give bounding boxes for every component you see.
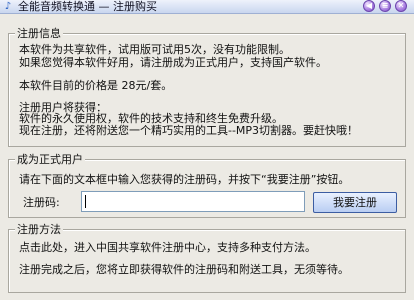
window-title: 全能音频转换通 — 注册购买 [18, 0, 157, 13]
method-group: 注册方法 点击此处，进入中国共享软件注册中心，支持多种支付方法。 注册完成之后，… [8, 223, 406, 293]
info-line-bonus: 现在注册，还将附送您一个精巧实用的工具--MP3切割器。要赶快哦！ [19, 124, 359, 137]
method-line-after-register: 注册完成之后，您将立即获得软件的注册码和附送工具，无须等待。 [19, 263, 349, 276]
registration-code-input[interactable] [81, 191, 305, 212]
menu-button[interactable]: ≡ [379, 0, 391, 12]
info-group: 注册信息 本软件为共享软件，试用版可试用5次，没有功能限制。 如果您觉得本软件好… [8, 27, 406, 147]
info-group-title: 注册信息 [15, 27, 63, 40]
title-bar[interactable]: ♪ 全能音频转换通 — 注册购买 ◀ ≡ ✕ [0, 0, 414, 14]
register-group: 成为正式用户 请在下面的文本框中输入您获得的注册码，并按下“我要注册”按钮。 注… [8, 153, 406, 218]
register-group-title: 成为正式用户 [15, 153, 85, 166]
app-icon: ♪ [4, 0, 12, 12]
register-button[interactable]: 我要注册 [313, 192, 397, 213]
info-line-price: 本软件目前的价格是 28元/套。 [19, 79, 173, 92]
registration-center-link[interactable]: 点击此处，进入中国共享软件注册中心，支持多种支付方法。 [19, 241, 316, 254]
register-instruction: 请在下面的文本框中输入您获得的注册码，并按下“我要注册”按钮。 [19, 173, 350, 186]
minimize-button[interactable]: ◀ [363, 0, 375, 12]
info-line-shareware: 本软件为共享软件，试用版可试用5次，没有功能限制。 [19, 43, 290, 56]
method-group-title: 注册方法 [15, 223, 63, 236]
text-caret [85, 195, 86, 208]
info-line-please-register: 如果您觉得本软件好用，请注册成为正式用户，支持国产软件。 [19, 56, 327, 69]
code-label: 注册码: [23, 196, 60, 209]
close-button[interactable]: ✕ [395, 0, 407, 12]
